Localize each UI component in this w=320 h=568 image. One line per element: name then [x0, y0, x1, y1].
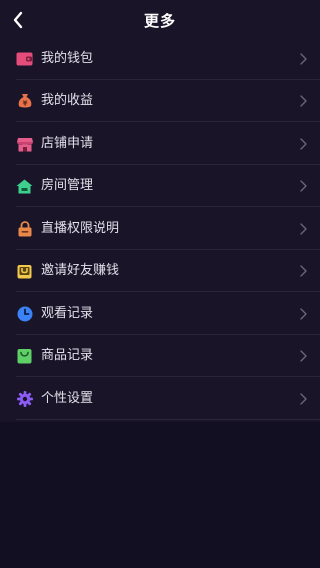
- store-icon: [16, 136, 33, 152]
- svg-text:¥: ¥: [22, 100, 27, 108]
- clock-icon: [16, 306, 33, 322]
- chevron-right-icon: [300, 138, 307, 150]
- divider: [16, 206, 320, 207]
- menu-item-label: 直播权限说明: [41, 221, 120, 236]
- chevron-right-icon: [300, 223, 307, 235]
- menu-item-label: 个性设置: [41, 391, 94, 406]
- chevron-right-icon: [300, 53, 307, 65]
- menu-item-invite-friends[interactable]: 邀请好友赚钱: [0, 250, 320, 292]
- gift-bag-icon: [16, 263, 33, 279]
- divider: [16, 291, 320, 292]
- menu-item-store-application[interactable]: 店铺申请: [0, 123, 320, 165]
- menu-item-label: 店铺申请: [41, 136, 94, 151]
- shopping-bag-icon: [16, 348, 33, 364]
- divider: [16, 376, 320, 377]
- menu-item-label: 我的收益: [41, 93, 94, 108]
- menu-item-earnings[interactable]: ¥ 我的收益: [0, 80, 320, 122]
- menu-item-watch-history[interactable]: 观看记录: [0, 293, 320, 335]
- menu-item-room-management[interactable]: 房间管理: [0, 165, 320, 207]
- page-title: 更多: [143, 12, 176, 30]
- wallet-icon: [16, 51, 33, 67]
- chevron-right-icon: [300, 350, 307, 362]
- lock-icon: [16, 221, 33, 237]
- chevron-right-icon: [300, 265, 307, 277]
- house-icon: [16, 178, 33, 194]
- chevron-right-icon: [300, 308, 307, 320]
- menu-item-label: 商品记录: [41, 348, 94, 363]
- menu-item-personal-settings[interactable]: 个性设置: [0, 378, 320, 420]
- menu-item-label: 我的钱包: [41, 51, 94, 66]
- chevron-right-icon: [300, 393, 307, 405]
- menu-item-wallet[interactable]: 我的钱包: [0, 38, 320, 80]
- chevron-right-icon: [300, 180, 307, 192]
- menu-item-label: 观看记录: [41, 306, 94, 321]
- chevron-right-icon: [300, 95, 307, 107]
- gear-icon: [16, 391, 33, 407]
- menu-item-label: 房间管理: [41, 178, 94, 193]
- money-bag-icon: ¥: [16, 93, 33, 109]
- menu-item-label: 邀请好友赚钱: [41, 263, 120, 278]
- menu-item-product-records[interactable]: 商品记录: [0, 335, 320, 377]
- divider: [16, 121, 320, 122]
- menu-item-live-permission[interactable]: 直播权限说明: [0, 208, 320, 250]
- top-bar: 更多: [0, 0, 320, 40]
- divider: [16, 419, 320, 420]
- settings-menu: 我的钱包 ¥ 我的收益 店铺申请 房间管理 直播权限说明 邀请好友赚钱 观看记录…: [0, 38, 320, 422]
